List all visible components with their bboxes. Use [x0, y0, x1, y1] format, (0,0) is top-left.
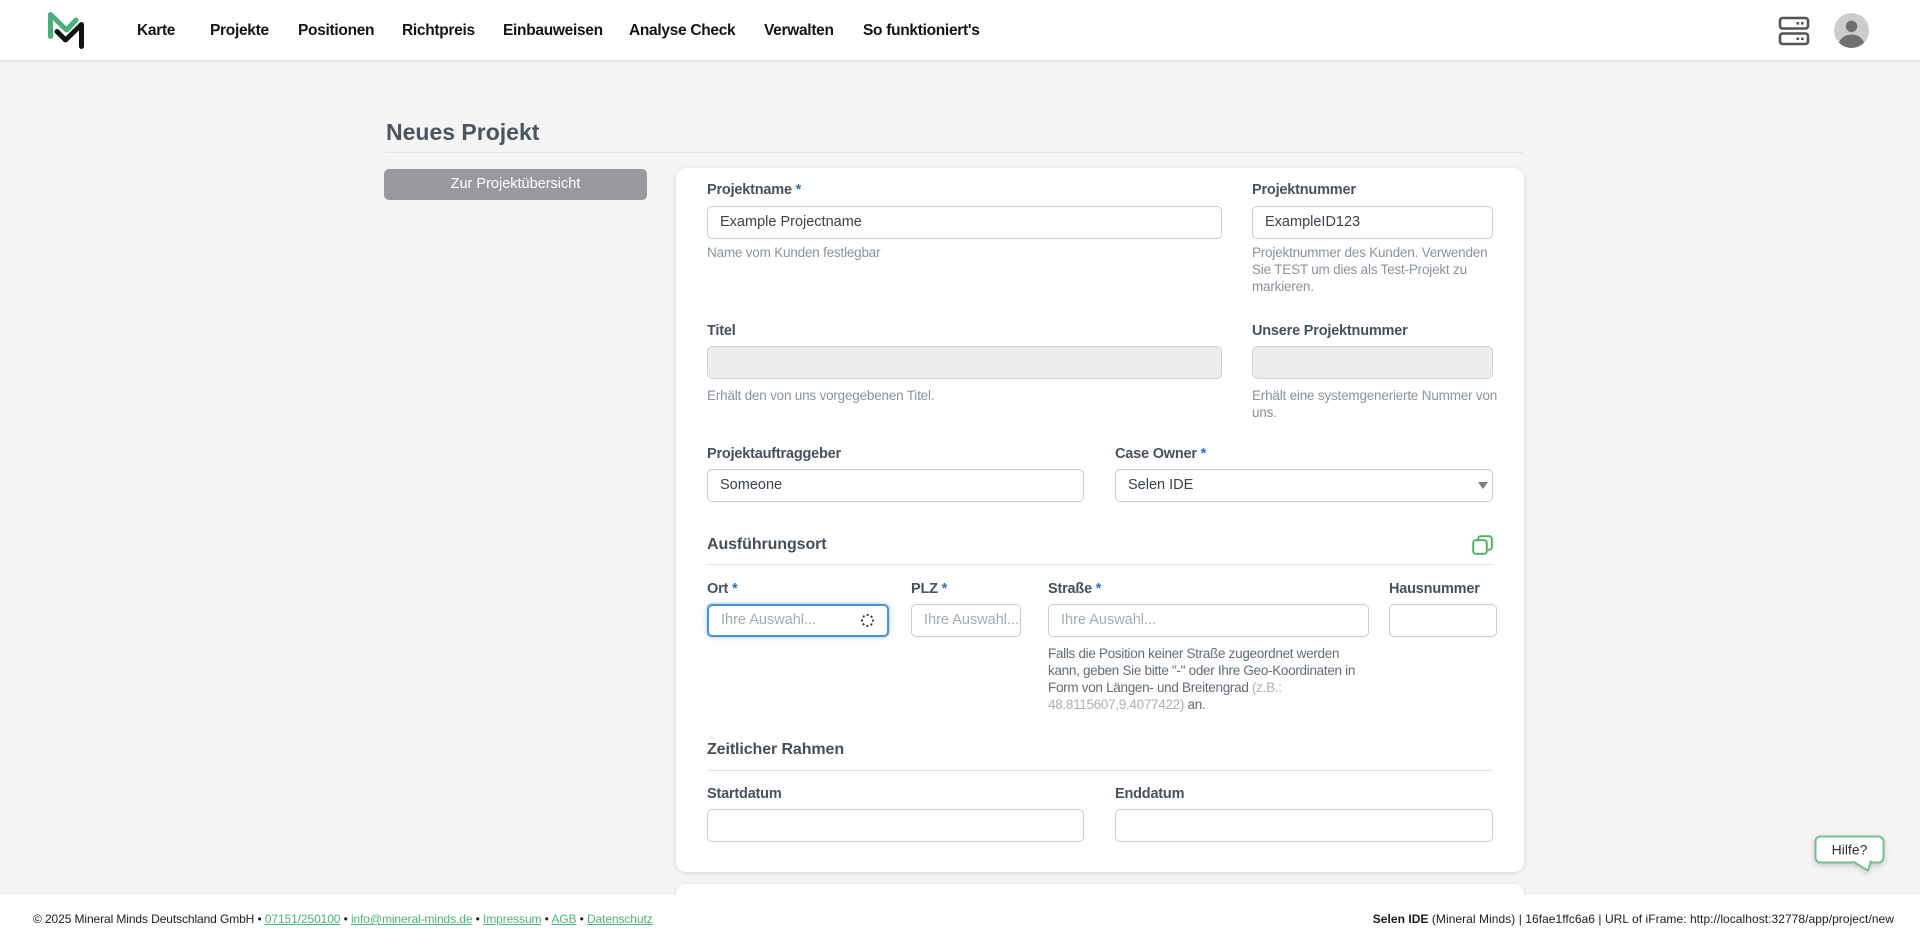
- svg-text:Hilfe?: Hilfe?: [1832, 842, 1868, 858]
